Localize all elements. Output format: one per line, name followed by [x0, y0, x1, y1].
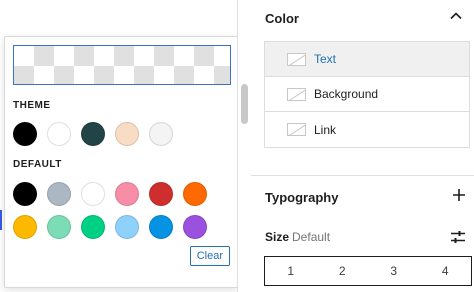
chevron-up-icon[interactable]: [449, 9, 463, 23]
settings-sidebar: Color Text Background Link Typography Si…: [251, 0, 474, 292]
color-item-label: Background: [314, 87, 379, 101]
default-swatch-pale-pink[interactable]: [115, 182, 139, 206]
plus-icon[interactable]: [451, 187, 467, 203]
color-item-background[interactable]: Background: [265, 77, 469, 112]
clear-button[interactable]: Clear: [189, 246, 230, 266]
color-picker-popover: THEME DEFAULT Clear: [4, 36, 238, 288]
color-item-label: Text: [314, 52, 337, 66]
default-swatch-black[interactable]: [13, 182, 37, 206]
theme-swatch-white[interactable]: [47, 122, 71, 146]
color-panel-title[interactable]: Color: [265, 11, 299, 26]
settings-sliders-icon[interactable]: [449, 228, 467, 246]
color-preview-transparent[interactable]: [13, 45, 231, 85]
default-palette-row-2: [13, 215, 207, 239]
color-settings-list: Text Background Link: [264, 41, 470, 148]
default-swatch-vivid-cyan-blue[interactable]: [149, 215, 173, 239]
default-swatch-amber[interactable]: [13, 215, 37, 239]
typography-panel-title: Typography: [265, 190, 339, 205]
default-swatch-pale-cyan-blue[interactable]: [115, 215, 139, 239]
color-item-link[interactable]: Link: [265, 112, 469, 147]
font-size-option-4[interactable]: 4: [420, 257, 472, 285]
scrollbar-thumb[interactable]: [241, 84, 248, 124]
font-size-option-3[interactable]: 3: [368, 257, 420, 285]
theme-palette: [13, 122, 173, 146]
default-swatch-vivid-purple[interactable]: [183, 215, 207, 239]
default-palette-label: DEFAULT: [13, 159, 62, 170]
theme-swatch-peach[interactable]: [115, 122, 139, 146]
scrollbar[interactable]: [237, 0, 251, 292]
font-size-picker: 1 2 3 4: [264, 256, 472, 286]
theme-swatch-light-gray[interactable]: [149, 122, 173, 146]
theme-palette-label: THEME: [13, 100, 51, 111]
default-swatch-white[interactable]: [81, 182, 105, 206]
size-value-text: Default: [292, 230, 331, 244]
color-indicator-empty-icon: [287, 87, 306, 101]
color-indicator-empty-icon: [287, 123, 306, 136]
default-swatch-vivid-green-cyan[interactable]: [81, 215, 105, 239]
font-size-label: Size Default: [265, 230, 330, 244]
default-swatch-vivid-orange[interactable]: [183, 182, 207, 206]
size-label-text: Size: [265, 230, 290, 244]
font-size-option-1[interactable]: 1: [265, 257, 317, 285]
theme-swatch-black[interactable]: [13, 122, 37, 146]
panel-divider: [251, 175, 474, 176]
default-swatch-cyan-bluish-gray[interactable]: [47, 182, 71, 206]
default-palette-row-1: [13, 182, 207, 206]
color-item-label: Link: [314, 122, 337, 137]
selection-accent-line: [0, 210, 2, 230]
color-indicator-empty-icon: [287, 52, 306, 66]
default-swatch-light-green-cyan[interactable]: [47, 215, 71, 239]
color-item-text[interactable]: Text: [265, 42, 469, 77]
theme-swatch-dark-teal[interactable]: [81, 122, 105, 146]
default-swatch-vivid-red[interactable]: [149, 182, 173, 206]
font-size-option-2[interactable]: 2: [317, 257, 369, 285]
